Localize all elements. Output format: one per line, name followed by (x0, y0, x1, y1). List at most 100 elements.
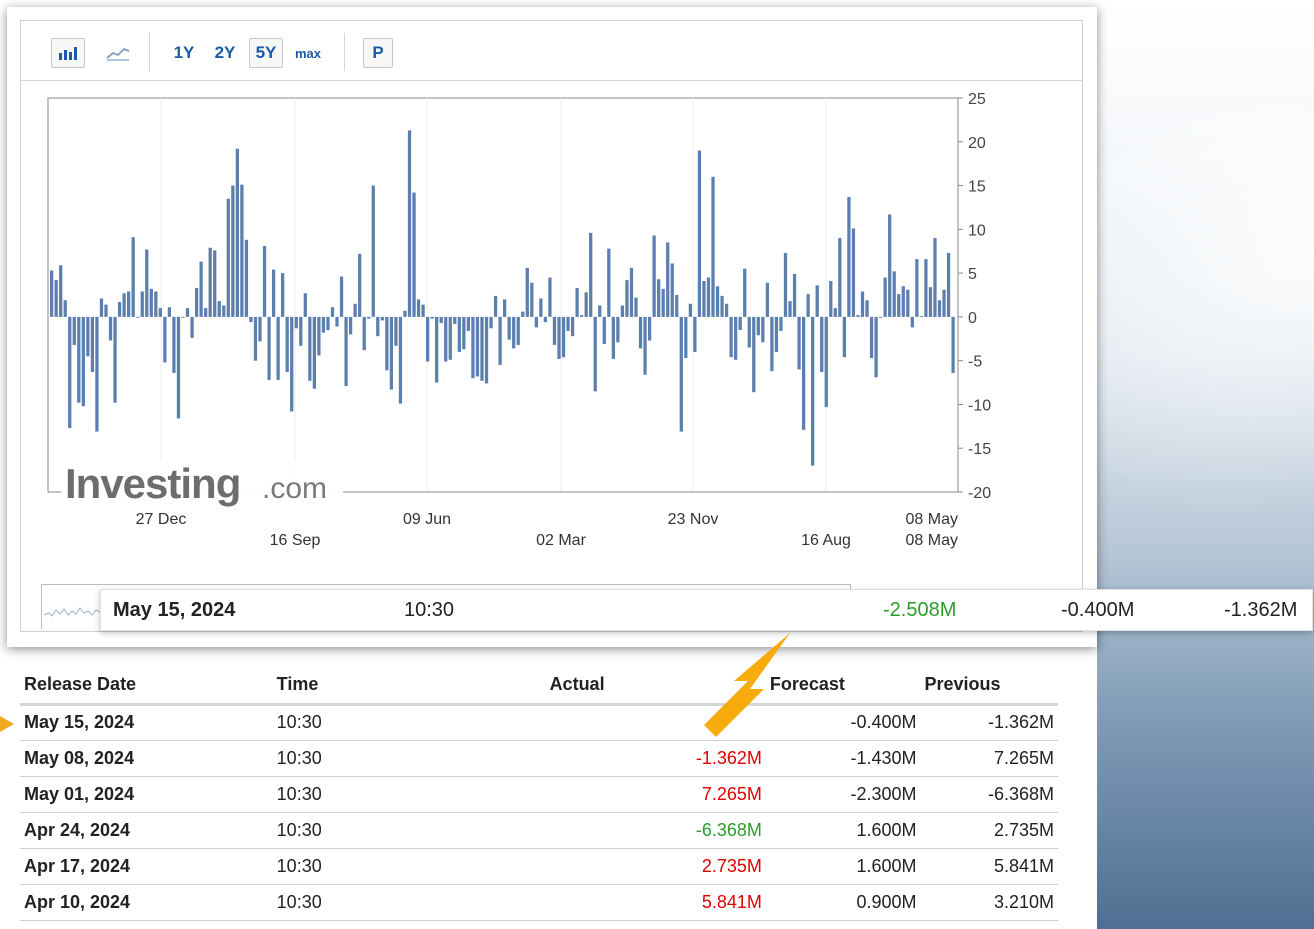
bar (838, 238, 842, 317)
bar (113, 316, 117, 403)
background-swoosh (1097, 29, 1314, 631)
bar (865, 300, 869, 317)
previous-cell: -6.368M (920, 776, 1058, 813)
bar (167, 307, 172, 317)
bar (525, 267, 529, 317)
bar (471, 316, 475, 379)
bar (629, 267, 634, 317)
table-row[interactable]: Apr 17, 2024 10:30 2.735M 1.600M 5.841M (20, 848, 1058, 885)
bar (412, 192, 416, 317)
bar (362, 316, 366, 351)
time-cell: 10:30 (272, 704, 546, 741)
bar-chart: 25 20 15 10 5 0 -5 -10 -15 -20 27 Dec 09 Jun 23 Nov 0… (47, 91, 991, 549)
bar (262, 245, 267, 317)
bar (208, 247, 212, 317)
bar (607, 248, 611, 317)
bar (815, 285, 819, 317)
bar (675, 295, 679, 317)
bar (801, 316, 806, 430)
bar (779, 316, 783, 331)
table-row[interactable]: Apr 10, 2024 10:30 5.841M 0.900M 3.210M (20, 884, 1058, 921)
bar (158, 308, 162, 317)
bar (394, 316, 398, 346)
p-button[interactable]: P (363, 38, 393, 68)
range-2y-button[interactable]: 2Y (209, 38, 241, 68)
bar (729, 316, 733, 358)
actual-cell: 5.841M (545, 884, 766, 921)
bar (946, 252, 951, 317)
toolbar-separator (149, 33, 150, 71)
bar (163, 316, 167, 363)
bar (534, 316, 538, 328)
x-tick-label: 27 Dec (136, 511, 187, 528)
table-row[interactable]: May 15, 2024 10:30 -0.400M -1.362M (20, 704, 1058, 741)
y-tick-label: -5 (968, 354, 982, 371)
header-time[interactable]: Time (272, 666, 546, 706)
table-row[interactable]: May 01, 2024 10:30 7.265M -2.300M -6.368M (20, 776, 1058, 813)
forecast-cell: 1.600M (765, 812, 921, 849)
bar (403, 310, 407, 317)
bar (453, 316, 457, 324)
bar (647, 316, 652, 341)
bar (425, 316, 430, 362)
release-date-cell: May 15, 2024 (20, 704, 273, 741)
header-release-date[interactable]: Release Date (20, 666, 273, 706)
bar (910, 316, 914, 328)
bar (521, 311, 525, 317)
bar (267, 316, 271, 380)
line-chart-button[interactable] (101, 38, 135, 68)
bar (185, 308, 190, 317)
table-row[interactable]: Apr 24, 2024 10:30 -6.368M 1.600M 2.735M (20, 812, 1058, 849)
bar (122, 293, 126, 317)
range-1y-button[interactable]: 1Y (168, 38, 200, 68)
bar (557, 316, 561, 359)
bar (149, 288, 153, 317)
release-date-cell: Apr 24, 2024 (20, 812, 273, 849)
background-gradient (1097, 0, 1314, 929)
forecast-cell: -2.300M (765, 776, 921, 813)
bar (638, 316, 643, 349)
range-max-button[interactable]: max (291, 38, 325, 68)
y-tick-label: 25 (968, 91, 986, 108)
bar (906, 289, 910, 317)
bar (276, 316, 280, 380)
bar (552, 316, 557, 345)
bar (81, 316, 85, 407)
investing-watermark: Investing (65, 460, 240, 507)
bar (720, 295, 724, 317)
bar (688, 303, 692, 317)
bar (154, 291, 158, 317)
bar (416, 299, 421, 317)
y-tick-label: 10 (968, 222, 986, 239)
bar (389, 316, 394, 390)
range-5y-button[interactable]: 5Y (249, 38, 283, 68)
bar (462, 316, 466, 350)
bar (385, 316, 389, 371)
bar (303, 293, 307, 317)
bar (90, 316, 95, 373)
bar (919, 316, 924, 317)
bar (657, 279, 661, 317)
bar (765, 282, 769, 317)
table-row[interactable]: May 08, 2024 10:30 -1.362M -1.430M 7.265M (20, 740, 1058, 777)
bar (117, 302, 122, 317)
bar (888, 214, 892, 317)
bar (734, 316, 738, 360)
bar (516, 316, 520, 345)
release-date-cell: May 01, 2024 (20, 776, 273, 813)
toolbar-separator (344, 33, 345, 71)
bar (580, 315, 584, 317)
bar (50, 270, 54, 317)
bar (706, 277, 711, 317)
header-previous[interactable]: Previous (920, 666, 1058, 706)
bar (892, 271, 896, 317)
bar (770, 316, 774, 372)
x-tick-label: 02 Mar (536, 532, 586, 549)
bar (181, 316, 185, 318)
bar (407, 130, 412, 317)
bar (358, 253, 362, 317)
x-tick-label: 16 Aug (801, 532, 851, 549)
bar (104, 304, 108, 317)
bar-chart-button[interactable] (51, 38, 85, 68)
y-tick-label: 5 (968, 266, 977, 283)
